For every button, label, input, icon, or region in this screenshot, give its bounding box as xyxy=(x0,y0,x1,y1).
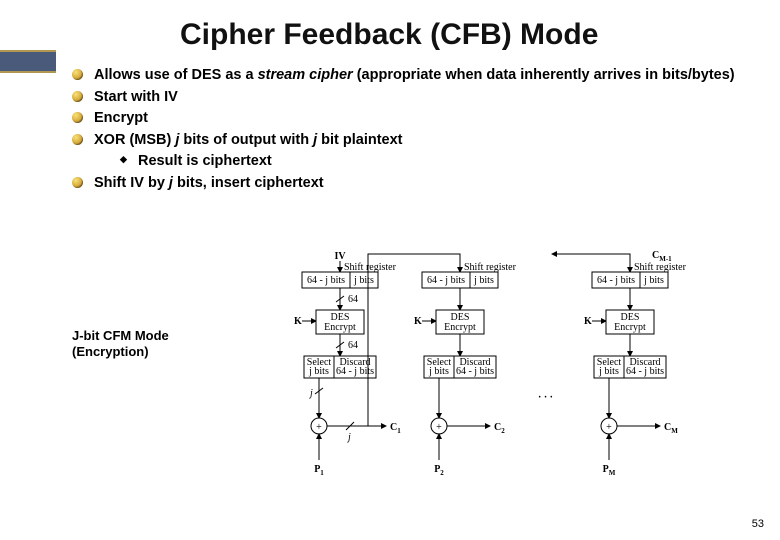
sel2: j bits xyxy=(308,366,329,377)
p2s: 2 xyxy=(440,469,444,477)
sr-left: 64 - j bits xyxy=(307,275,345,286)
c1: C xyxy=(390,422,397,433)
text: bit plaintext xyxy=(317,132,402,148)
svg-text:CM: CM xyxy=(664,422,678,435)
w64b: 64 xyxy=(348,340,358,351)
cm: C xyxy=(664,422,671,433)
k-label: K xyxy=(294,316,302,327)
text: bits, insert ciphertext xyxy=(173,175,324,191)
text: Result is ciphertext xyxy=(138,153,272,169)
text: XOR (MSB) xyxy=(94,132,175,148)
bullet-item: Allows use of DES as a stream cipher (ap… xyxy=(72,66,780,86)
svg-text:P1: P1 xyxy=(314,464,324,477)
svg-text:PM: PM xyxy=(603,464,616,477)
sel2: j bits xyxy=(598,366,619,377)
ellipsis: · · · xyxy=(538,392,553,403)
caption-line: J-bit CFM Mode xyxy=(72,328,169,344)
shift-title: Shift register xyxy=(634,262,687,273)
svg-text:P2: P2 xyxy=(434,464,444,477)
sr-left: 64 - j bits xyxy=(597,275,635,286)
bullet-item: Encrypt xyxy=(72,109,780,129)
shift-title: Shift register xyxy=(344,262,397,273)
text-italic: stream cipher xyxy=(258,67,353,83)
cms: M xyxy=(671,427,678,435)
svg-text:C1: C1 xyxy=(390,422,401,435)
sub-list: Result is ciphertext xyxy=(120,152,780,172)
bullet-item: Shift IV by j bits, insert ciphertext xyxy=(72,174,780,194)
xor: + xyxy=(606,422,612,433)
sub-item: Result is ciphertext xyxy=(120,152,780,172)
diagram-caption: J-bit CFM Mode (Encryption) xyxy=(72,328,169,361)
xor: + xyxy=(436,422,442,433)
xor: + xyxy=(316,422,322,433)
bullet-item: Start with IV xyxy=(72,88,780,108)
cm1: C xyxy=(652,250,659,261)
sr-right: j bits xyxy=(473,275,494,286)
text: Shift IV by xyxy=(94,175,169,191)
c2s: 2 xyxy=(501,427,505,435)
dis2: 64 - j bits xyxy=(456,366,494,377)
dis2: 64 - j bits xyxy=(626,366,664,377)
bullet-item: XOR (MSB) j bits of output with j bit pl… xyxy=(72,131,780,172)
des2: Encrypt xyxy=(614,322,646,333)
shift-title: Shift register xyxy=(464,262,517,273)
text: Allows use of DES as a xyxy=(94,67,258,83)
svg-text:C2: C2 xyxy=(494,422,505,435)
pms: M xyxy=(609,469,616,477)
text: (appropriate when data inherently arrive… xyxy=(353,67,735,83)
sel2: j bits xyxy=(428,366,449,377)
k-label: K xyxy=(414,316,422,327)
page-number: 53 xyxy=(752,518,764,530)
text: Encrypt xyxy=(94,110,148,126)
sr-left: 64 - j bits xyxy=(427,275,465,286)
text: Start with IV xyxy=(94,89,178,105)
accent-bar xyxy=(0,50,56,73)
jlab: j xyxy=(308,388,313,399)
jlab2: j xyxy=(346,432,351,443)
k-label: K xyxy=(584,316,592,327)
des2: Encrypt xyxy=(444,322,476,333)
iv-label: IV xyxy=(334,251,346,262)
w64: 64 xyxy=(348,294,358,305)
c2: C xyxy=(494,422,501,433)
text: bits of output with xyxy=(179,132,313,148)
bullet-list: Allows use of DES as a stream cipher (ap… xyxy=(72,66,780,193)
sr-right: j bits xyxy=(643,275,664,286)
page-title: Cipher Feedback (CFB) Mode xyxy=(70,18,780,52)
sr-right: j bits xyxy=(353,275,374,286)
cfb-diagram: IV Shift register 64 - j bits j bits 64 … xyxy=(290,250,720,500)
c1s: 1 xyxy=(397,427,401,435)
des2: Encrypt xyxy=(324,322,356,333)
caption-line: (Encryption) xyxy=(72,344,169,360)
p1s: 1 xyxy=(320,469,324,477)
